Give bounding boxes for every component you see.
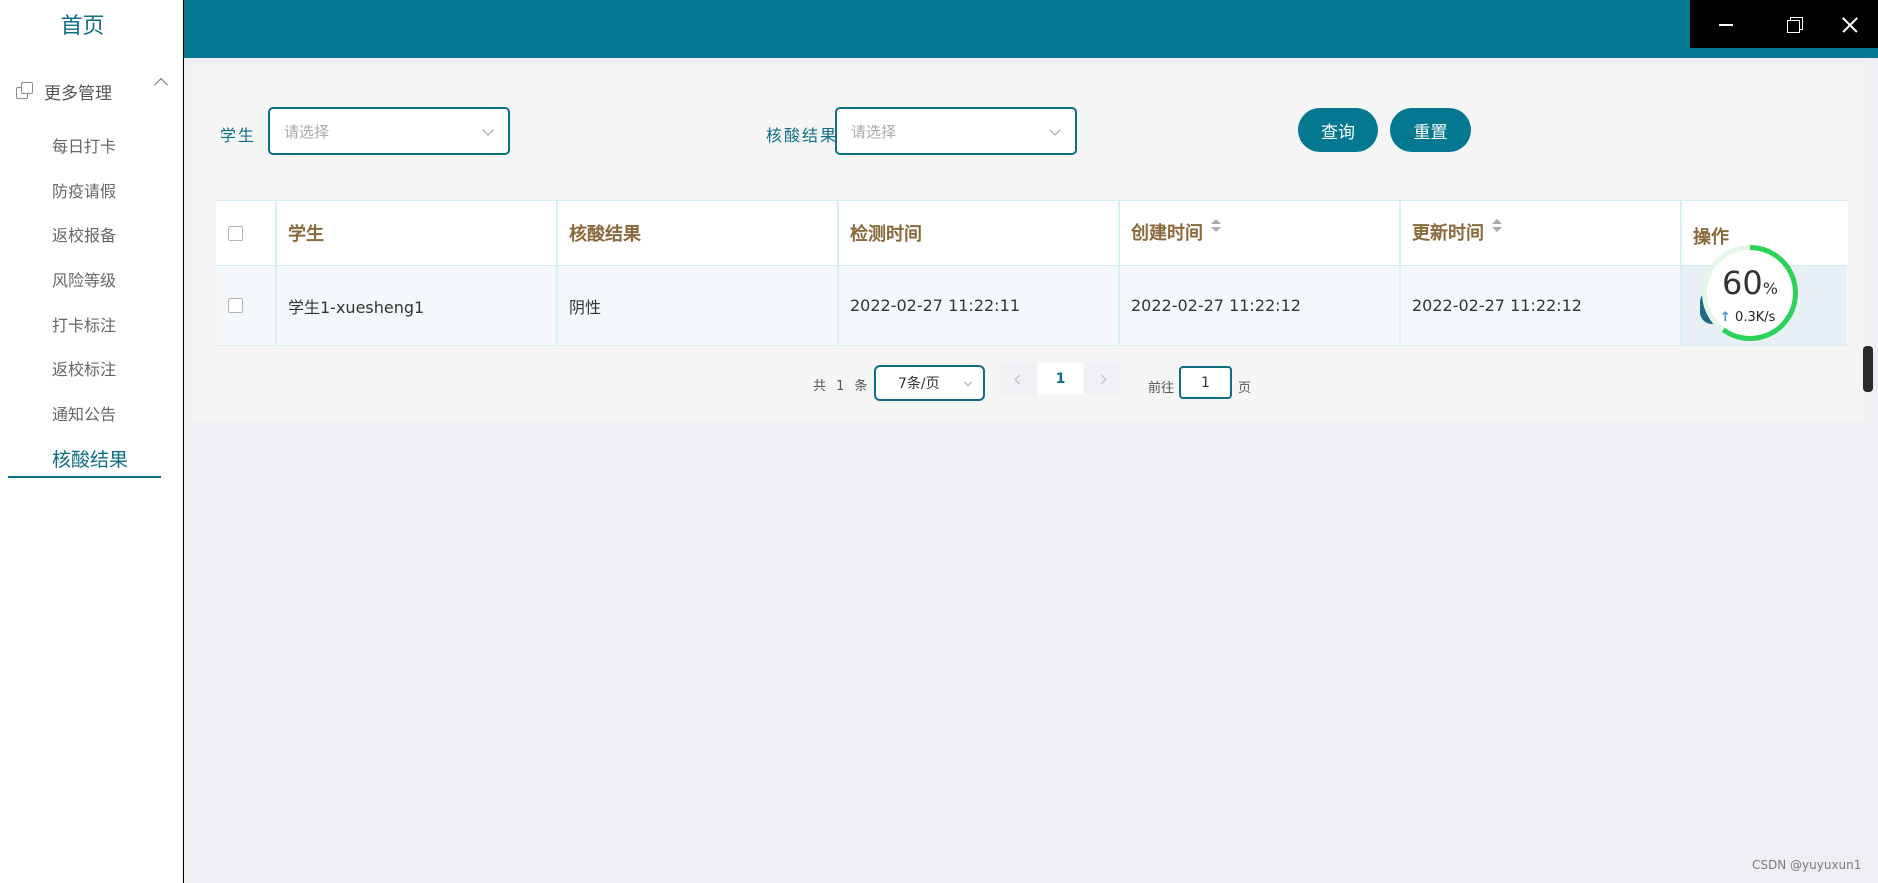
result-select-placeholder: 请选择	[851, 122, 897, 141]
chevron-down-icon	[482, 124, 494, 136]
table-row: 学生1-xuesheng1 阴性 2022-02-27 11:22:11 202…	[216, 266, 1848, 346]
student-select-placeholder: 请选择	[284, 122, 330, 141]
goto-page-input[interactable]	[1179, 366, 1232, 399]
column-header-label: 学生	[288, 224, 324, 245]
speed-percent: 60%	[1722, 264, 1778, 302]
column-header-label: 核酸结果	[569, 224, 641, 245]
query-button[interactable]: 查询	[1298, 108, 1378, 152]
result-filter-label: 核酸结果	[766, 126, 839, 145]
sidebar-item-checkin-mark[interactable]: 打卡标注	[0, 304, 165, 349]
sidebar-item-return-report[interactable]: 返校报备	[0, 214, 165, 259]
select-all-checkbox[interactable]	[228, 225, 243, 241]
column-header-result: 核酸结果	[558, 201, 839, 265]
column-header-test-time: 检测时间	[839, 201, 1120, 265]
copy-icon	[16, 82, 34, 100]
row-select-cell	[216, 266, 277, 345]
speed-rate: ↑ 0.3K/s	[1720, 310, 1775, 325]
speed-percent-unit: %	[1762, 279, 1778, 298]
cell-student: 学生1-xuesheng1	[277, 266, 558, 345]
result-select[interactable]: 请选择	[835, 107, 1077, 155]
chevron-up-icon	[153, 77, 169, 93]
cell-result: 阴性	[558, 266, 839, 345]
reset-button[interactable]: 重置	[1390, 108, 1471, 152]
chevron-left-icon	[1014, 374, 1025, 384]
main-content: 学生 请选择 核酸结果 请选择 查询 重置 学生 核酸结果 检测时间 创建时间 …	[184, 58, 1878, 883]
cell-updated: 2022-02-27 11:22:12	[1401, 266, 1682, 345]
row-checkbox[interactable]	[228, 298, 243, 313]
cell-created: 2022-02-27 11:22:12	[1120, 266, 1401, 345]
content-panel: 学生 请选择 核酸结果 请选择 查询 重置 学生 核酸结果 检测时间 创建时间 …	[192, 63, 1864, 423]
top-bar	[184, 0, 1878, 58]
sort-icon[interactable]	[1211, 219, 1221, 233]
column-header-label: 操作	[1693, 227, 1729, 248]
menu-group-more-management[interactable]: 更多管理	[16, 76, 169, 106]
column-header-label: 更新时间	[1412, 223, 1484, 244]
cell-test-time: 2022-02-27 11:22:11	[839, 266, 1120, 345]
pagination-total: 共 1 条	[813, 379, 871, 394]
header-select-cell	[216, 201, 277, 265]
column-header-student: 学生	[277, 201, 558, 265]
minimize-button[interactable]	[1698, 0, 1754, 48]
page-number-1[interactable]: 1	[1038, 363, 1083, 395]
sort-icon[interactable]	[1492, 219, 1502, 233]
speed-percent-value: 60	[1722, 264, 1763, 302]
sidebar-item-risk-level[interactable]: 风险等级	[0, 259, 165, 304]
sidebar-item-return-mark[interactable]: 返校标注	[0, 348, 165, 393]
submenu: 每日打卡 防疫请假 返校报备 风险等级 打卡标注 返校标注 通知公告 核酸结果	[0, 125, 165, 483]
sidebar: 首页 更多管理 每日打卡 防疫请假 返校报备 风险等级 打卡标注 返校标注 通知…	[0, 0, 183, 883]
page-size-select[interactable]: 7条/页	[874, 365, 985, 401]
scroll-edge-tab[interactable]	[1863, 346, 1873, 392]
sidebar-item-notices[interactable]: 通知公告	[0, 393, 165, 438]
sidebar-item-daily-checkin[interactable]: 每日打卡	[0, 125, 165, 170]
chevron-right-icon	[1096, 374, 1107, 384]
watermark: CSDN @yuyuxun1	[1752, 858, 1862, 872]
speed-widget-face: 60% ↑ 0.3K/s	[1707, 250, 1793, 336]
column-header-label: 创建时间	[1131, 223, 1203, 244]
results-table: 学生 核酸结果 检测时间 创建时间 更新时间 操作 学生1-xuesheng1 …	[216, 200, 1848, 346]
active-indicator	[8, 476, 161, 478]
goto-label: 前往	[1148, 381, 1175, 396]
next-page-button[interactable]	[1085, 363, 1121, 395]
window-controls	[1690, 0, 1878, 48]
column-header-label: 检测时间	[850, 224, 922, 245]
student-select[interactable]: 请选择	[268, 107, 510, 155]
close-button[interactable]	[1820, 0, 1876, 48]
goto-unit: 页	[1238, 381, 1252, 396]
student-filter-label: 学生	[220, 126, 257, 145]
column-header-created[interactable]: 创建时间	[1120, 201, 1401, 265]
chevron-down-icon	[963, 377, 973, 387]
home-link[interactable]: 首页	[0, 8, 165, 40]
network-speed-widget[interactable]: 60% ↑ 0.3K/s	[1702, 245, 1798, 341]
prev-page-button[interactable]	[1000, 363, 1036, 395]
menu-group-label: 更多管理	[44, 83, 112, 104]
speed-rate-value: 0.3K/s	[1735, 310, 1776, 325]
column-header-updated[interactable]: 更新时间	[1401, 201, 1682, 265]
upload-arrow-icon: ↑	[1720, 310, 1731, 325]
sidebar-item-leave-request[interactable]: 防疫请假	[0, 170, 165, 215]
table-header: 学生 核酸结果 检测时间 创建时间 更新时间 操作	[216, 200, 1848, 266]
page-size-value: 7条/页	[898, 376, 940, 392]
chevron-down-icon	[1049, 124, 1061, 136]
restore-button[interactable]	[1767, 0, 1823, 48]
